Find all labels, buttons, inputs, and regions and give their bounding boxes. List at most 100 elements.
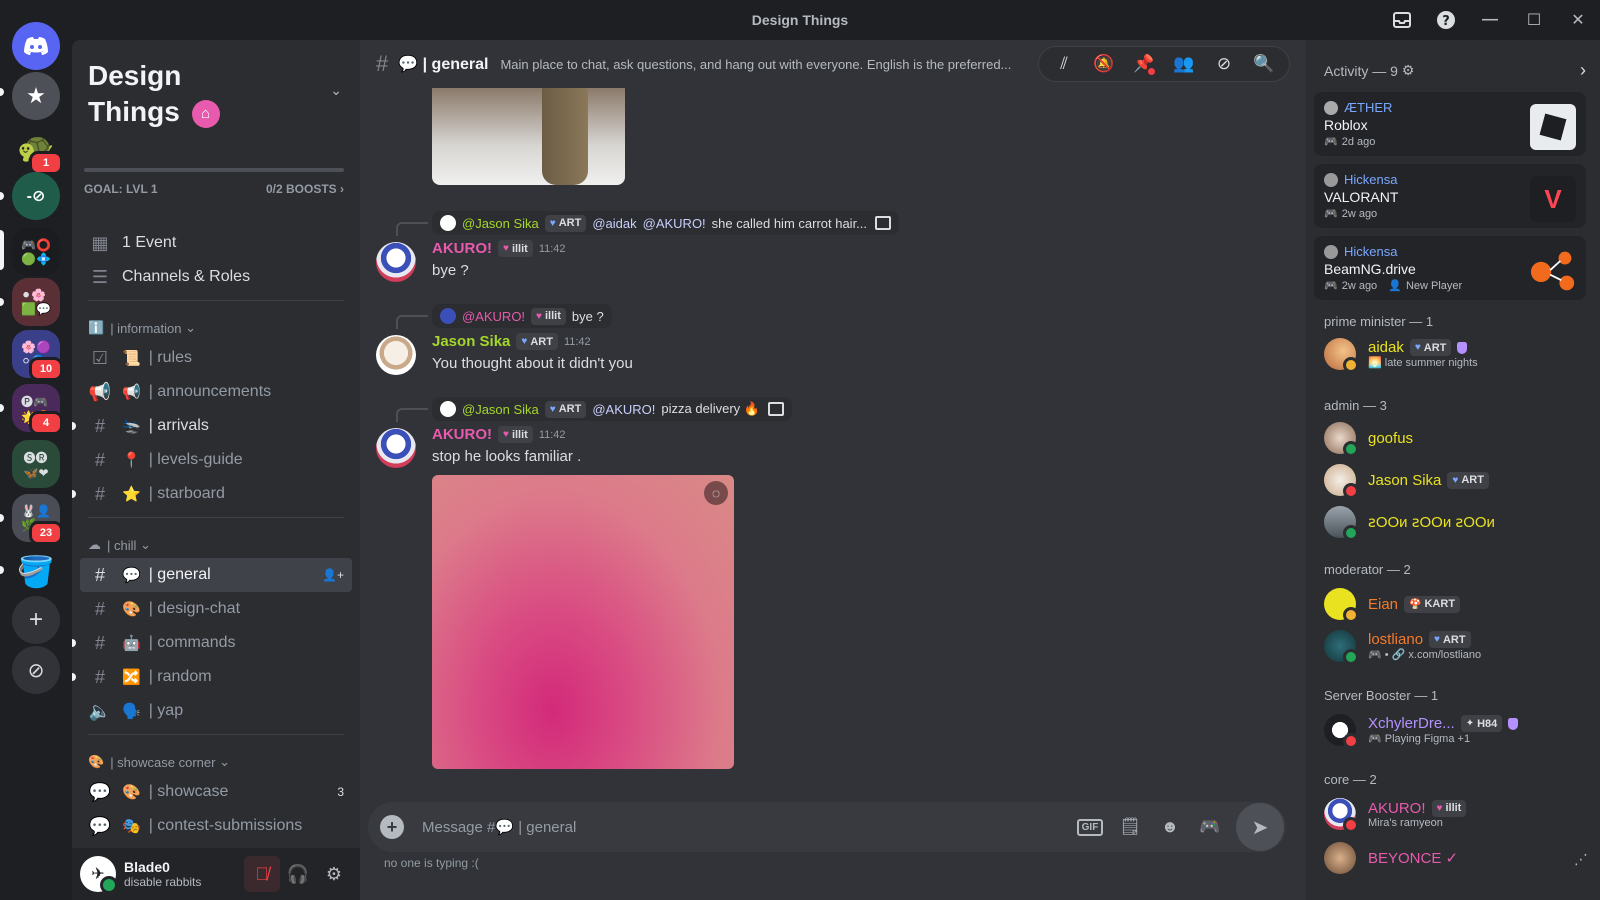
sticker-icon[interactable]: 🗒 [1110,807,1150,847]
notifications-muted-icon[interactable]: 🔕 [1087,47,1121,81]
inbox-icon[interactable] [1380,0,1424,40]
mute-mic-icon[interactable]: 🎙̸ [244,856,280,892]
activity-card[interactable]: ÆTHER Roblox 🎮 2d ago [1314,92,1586,156]
threads-icon[interactable]: ⫽ [1047,47,1081,81]
reply-preview[interactable]: @AKURO! ♥ illit bye ? [432,304,612,328]
chevron-down-icon[interactable]: ⌄ [330,82,342,99]
member-item[interactable]: lostliano ♥ ART 🎮 • 🔗 x.com/lostliano [1324,626,1584,666]
avatar [1324,714,1359,749]
member-item[interactable]: XchylerDre... ✦ H84 🎮 Playing Figma +1 [1324,710,1584,750]
role-tag: ♥ illit [531,307,566,325]
avatar [1324,422,1359,457]
server-folder-3[interactable]: 🌸🟣⚪🔵 10 [12,330,63,381]
channel-random[interactable]: # 🔀 | random [72,660,352,694]
avatar[interactable] [376,428,416,468]
member-item[interactable]: aidak ♥ ART 🌅 late summer nights [1324,334,1584,374]
avatar[interactable]: ✈ [80,856,118,894]
boost-goal[interactable]: GOAL: LVL 1 0/2 BOOSTS › [84,182,344,196]
member-item[interactable]: Eian 🍄 KART [1324,584,1584,624]
hash-icon: # [94,598,105,619]
mention-badge: 23 [29,521,63,545]
channel-design-chat[interactable]: # 🎨 | design-chat [80,592,352,626]
member-sidebar: Activity — 9 ⚙ › ÆTHER Roblox 🎮 2d ago Hi… [1306,40,1600,900]
gear-icon[interactable]: ⚙ [316,856,352,892]
message-input[interactable]: Message #💬 | general [422,818,1070,836]
channel-yap[interactable]: 🔈 🗣️ | yap [80,694,352,728]
server-name: Design Things ⌂ [88,58,258,130]
server-folder-6[interactable]: 🐰👤🌿⚪ 23 [12,494,63,545]
add-server-icon[interactable]: + [12,596,60,644]
home-discord-icon[interactable] [12,22,60,70]
server-icon-bucket[interactable]: 🪣 [12,548,60,596]
server-icon-no-symbol[interactable]: -⊘ [12,172,60,220]
close-window-button[interactable]: ✕ [1556,0,1600,40]
minimize-window-button[interactable]: — [1468,0,1512,40]
activity-header[interactable]: Activity — 9 ⚙ › [1324,60,1586,81]
send-button[interactable]: ➤ [1236,803,1284,851]
reply-preview[interactable]: @Jason Sika ♥ ART @AKURO! pizza delivery … [432,397,792,421]
avatar[interactable] [376,242,416,282]
channel-general[interactable]: # 💬 | general 👤+ [80,558,352,592]
image-attachment[interactable] [432,88,625,185]
avatar[interactable] [376,335,416,375]
channels-roles-item[interactable]: ☰ Channels & Roles [80,260,352,294]
pin-icon[interactable]: 📌 [1127,47,1161,81]
explore-compass-icon[interactable]: ⊘ [1207,47,1241,81]
channel-levels-guide[interactable]: # 📍 | levels-guide [80,443,352,477]
gamepad-icon[interactable]: 🎮 [1190,807,1230,847]
author-name[interactable]: AKURO! [432,240,492,257]
timestamp: 11:42 [563,335,591,348]
channel-topic[interactable]: Main place to chat, ask questions, and h… [500,57,1011,72]
channel-title: 💬 | general [398,56,489,73]
search-icon[interactable]: 🔍 [1247,47,1281,81]
role-tag: ♥ illit [498,240,533,257]
emoji-icon[interactable]: ☻ [1150,807,1190,847]
member-item[interactable]: ꙅOOᴎ ꙅOOᴎ ꙅOOᴎ [1324,502,1584,542]
author-name[interactable]: AKURO! [432,426,492,443]
activity-card[interactable]: Hickensa BeamNG.drive 🎮 2w ago 👤 New Playe… [1314,236,1586,300]
channel-showcase[interactable]: 💬 🎨 | showcase 3 [80,775,352,809]
category-information[interactable]: ℹ️ | information ⌄ [80,307,352,341]
channel-commands[interactable]: # 🤖 | commands [72,626,352,660]
server-icon-star[interactable]: ★ [12,72,60,120]
member-item[interactable]: Jason Sika ♥ ART [1324,460,1584,500]
image-attachment[interactable]: ◌ [432,475,734,769]
member-item[interactable]: AKURO! ♥ illit Mira's ramyeon [1324,794,1584,834]
gear-icon[interactable]: ⚙ [1402,62,1415,79]
server-icon-turtle[interactable]: 🐢 1 [12,124,63,175]
channel-starboard[interactable]: # ⭐ | starboard [72,477,352,511]
server-header[interactable]: Design Things ⌂ ⌄ [72,40,360,166]
member-item[interactable]: BEYONCE ✓ [1324,838,1584,878]
channel-contest-submissions[interactable]: 💬 🎭 | contest-submissions [80,809,352,843]
headphones-icon[interactable]: 🎧 [280,856,316,892]
role-tag: ♥ ART [544,214,587,232]
author-name[interactable]: Jason Sika [432,333,510,350]
maximize-window-button[interactable]: ☐ [1512,0,1556,40]
events-item[interactable]: ▦ 1 Event [80,226,352,260]
gif-button[interactable]: GIF [1070,807,1110,847]
member-list-icon[interactable]: 👥 [1167,47,1201,81]
channel-announcements[interactable]: 📢 📢 | announcements [80,375,352,409]
help-icon[interactable]: ? [1424,0,1468,40]
channel-arrivals[interactable]: # 🛬 | arrivals [72,409,352,443]
category-chill[interactable]: ☁ | chill ⌄ [80,524,352,558]
megaphone-icon: 📢 [88,381,112,402]
user-names[interactable]: Blade0 disable rabbits [124,859,244,889]
category-showcase-corner[interactable]: 🎨 | showcase corner ⌄ [80,741,352,775]
server-folder-2[interactable]: ⚫🌸 🟩💬 [12,278,60,326]
reply-preview[interactable]: @Jason Sika ♥ ART @aidak @AKURO! she call… [432,211,900,235]
server-folder-1[interactable]: 🎮⭕ 🟢💠 [12,228,60,276]
add-attachment-button[interactable]: + [380,815,404,839]
channel-rules[interactable]: ☑ 📜 | rules [80,341,352,375]
server-folder-4[interactable]: 🅟🎮🌟🟠 4 [12,384,63,435]
member-item[interactable]: goofus [1324,418,1584,458]
message-text: bye ? [432,262,469,279]
activity-card[interactable]: Hickensa VALORANT 🎮 2w ago V [1314,164,1586,228]
boost-progress-bar [84,168,344,172]
server-folder-5[interactable]: 🅢🅡 🦋❤ [12,440,60,488]
resize-grip-icon[interactable]: ⋰ [1574,851,1588,868]
invite-member-icon[interactable]: 👤+ [322,568,344,582]
discover-compass-icon[interactable]: ⊘ [12,646,60,694]
chat-area: # 💬 | general Main place to chat, ask qu… [360,40,1306,900]
chevron-right-icon[interactable]: › [1580,60,1586,81]
